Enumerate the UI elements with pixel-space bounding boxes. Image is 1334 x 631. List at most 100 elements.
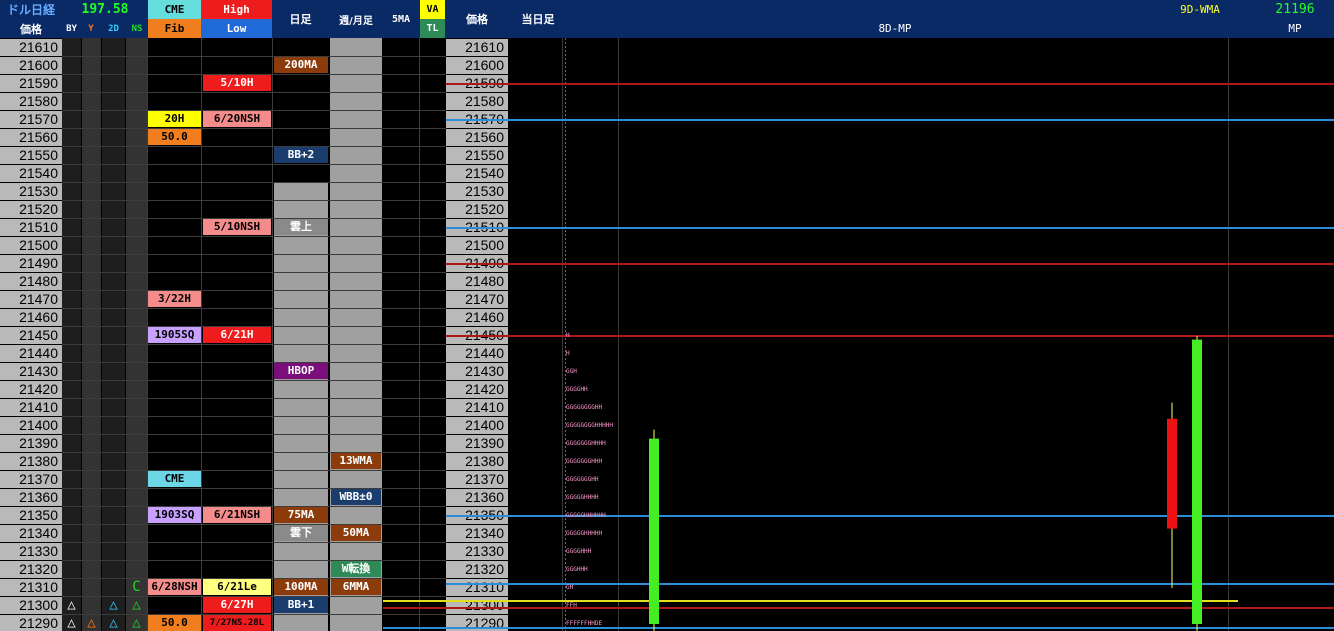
row-separator xyxy=(62,272,446,273)
price-cell-right: 21480 xyxy=(446,273,508,290)
row-separator xyxy=(62,524,446,525)
row-separator xyxy=(62,560,446,561)
day-candle-red xyxy=(1167,418,1177,529)
pair-title: ドル日経 xyxy=(6,3,55,17)
price-cell: 21300 xyxy=(0,597,62,614)
price-cell-right: 21520 xyxy=(446,201,508,218)
mp8d-label: 8D-MP xyxy=(878,22,912,35)
row-separator xyxy=(62,398,446,399)
price-cell-right: 21420 xyxy=(446,381,508,398)
bb-plus2-tag: BB+2 xyxy=(274,147,328,163)
price-cell-right: 21400 xyxy=(446,417,508,434)
row-separator xyxy=(62,434,446,435)
row-separator xyxy=(62,254,446,255)
ma6m-tag: 6MMA xyxy=(331,579,381,595)
ns-header: NS xyxy=(131,23,143,34)
price-cell: 21470 xyxy=(0,291,62,308)
kumo-upper-tag: 雲上 xyxy=(274,219,328,235)
price-cell-right: 21500 xyxy=(446,237,508,254)
price-cell: 21390 xyxy=(0,435,62,452)
low-627h-tag: 6/27H xyxy=(203,597,271,613)
cme-tag: CME xyxy=(148,471,201,487)
price-cell: 21610 xyxy=(0,39,62,56)
row-separator xyxy=(62,452,446,453)
fib-50b-tag: 50.0 xyxy=(148,615,201,631)
price-column-header-2: 価格 xyxy=(466,13,488,26)
row-separator xyxy=(62,362,446,363)
row-separator xyxy=(62,200,446,201)
profile-row: H xyxy=(566,350,570,357)
price-cell: 21600 xyxy=(0,57,62,74)
price-cell-right: 21320 xyxy=(446,561,508,578)
price-cell-right: 21380 xyxy=(446,453,508,470)
price-cell-right: 21330 xyxy=(446,543,508,560)
ns-triangle-marker: △ xyxy=(132,597,141,613)
hbop-tag: HBOP xyxy=(274,363,328,379)
high-620nsh-tag: 6/20NSH xyxy=(203,111,271,127)
kumo-lower-tag: 雲下 xyxy=(274,525,328,541)
by-triangle-marker-2: △ xyxy=(67,615,76,631)
weekly-monthly-header: 週/月足 xyxy=(339,15,373,27)
high-510nsh-tag: 5/10NSH xyxy=(203,219,271,235)
ma5-header: 5MA xyxy=(391,13,411,25)
va-header: VA xyxy=(420,0,445,19)
ns-triangle-marker-2: △ xyxy=(132,615,141,631)
ma200-tag: 200MA xyxy=(274,57,328,73)
w-reversal-tag: W転換 xyxy=(331,561,381,577)
profile-row: GGGGHHH xyxy=(566,548,592,555)
profile-row: GGGGHH xyxy=(566,386,588,393)
mp-value: 21196 xyxy=(1275,2,1315,17)
d2-triangle-marker-2: △ xyxy=(109,615,118,631)
dollar-nikkei-board: ドル日経 197.58 価格 BY Y 2D NS CME Fib High L… xyxy=(0,0,1334,631)
price-cell: 21340 xyxy=(0,525,62,542)
profile-row: GGGGGHHHHHH xyxy=(566,512,606,519)
by-triangle-marker: △ xyxy=(67,597,76,613)
profile-row: H xyxy=(566,332,570,339)
price-cell: 21380 xyxy=(0,453,62,470)
profile-row: GGGGGGGGHHHHH xyxy=(566,422,613,429)
price-cell-right: 21370 xyxy=(446,471,508,488)
high-header: High xyxy=(201,0,272,19)
tl-header: TL xyxy=(420,19,445,38)
wma13-tag: 13WMA xyxy=(331,453,381,469)
price-cell: 21410 xyxy=(0,399,62,416)
by-header: BY xyxy=(66,23,77,34)
row-separator xyxy=(62,182,446,183)
price-cell: 21510 xyxy=(0,219,62,236)
cme-322h-tag: 3/22H xyxy=(148,291,201,307)
row-separator xyxy=(62,380,446,381)
fib-header: Fib xyxy=(148,19,201,38)
profile-row: FFH xyxy=(566,602,577,609)
row-separator xyxy=(62,128,446,129)
low-header: Low xyxy=(201,19,272,38)
cme-header: CME xyxy=(148,0,201,19)
row-separator xyxy=(62,56,446,57)
ma100-tag: 100MA xyxy=(274,579,328,595)
price-cell: 21450 xyxy=(0,327,62,344)
profile-row: GGGGGGGHH xyxy=(566,476,599,483)
price-cell: 21290 xyxy=(0,615,62,631)
price-cell: 21430 xyxy=(0,363,62,380)
price-cell: 21420 xyxy=(0,381,62,398)
price-cell-right: 21580 xyxy=(446,93,508,110)
price-cell: 21400 xyxy=(0,417,62,434)
price-cell-right: 21560 xyxy=(446,129,508,146)
level-line-21303 xyxy=(383,599,1238,602)
daily-header: 日足 xyxy=(289,13,312,26)
ratio-value: 197.58 xyxy=(81,2,129,17)
price-column-header: 価格 xyxy=(20,22,42,36)
profile-row: FFFFFFHHDE xyxy=(566,620,603,627)
price-cell-right: 21410 xyxy=(446,399,508,416)
price-cell: 21310 xyxy=(0,579,62,596)
high-510h-tag: 5/10H xyxy=(203,75,271,91)
price-cell-right: 21390 xyxy=(446,435,508,452)
row-separator xyxy=(62,146,446,147)
row-separator xyxy=(62,308,446,309)
profile-row: GGGGGHHHH xyxy=(566,494,599,501)
profile-row: GH xyxy=(566,584,574,591)
row-separator xyxy=(62,236,446,237)
day-candle-green xyxy=(649,438,659,624)
price-cell: 21540 xyxy=(0,165,62,182)
price-cell: 21330 xyxy=(0,543,62,560)
cme-20h-tag: 20H xyxy=(148,111,201,127)
